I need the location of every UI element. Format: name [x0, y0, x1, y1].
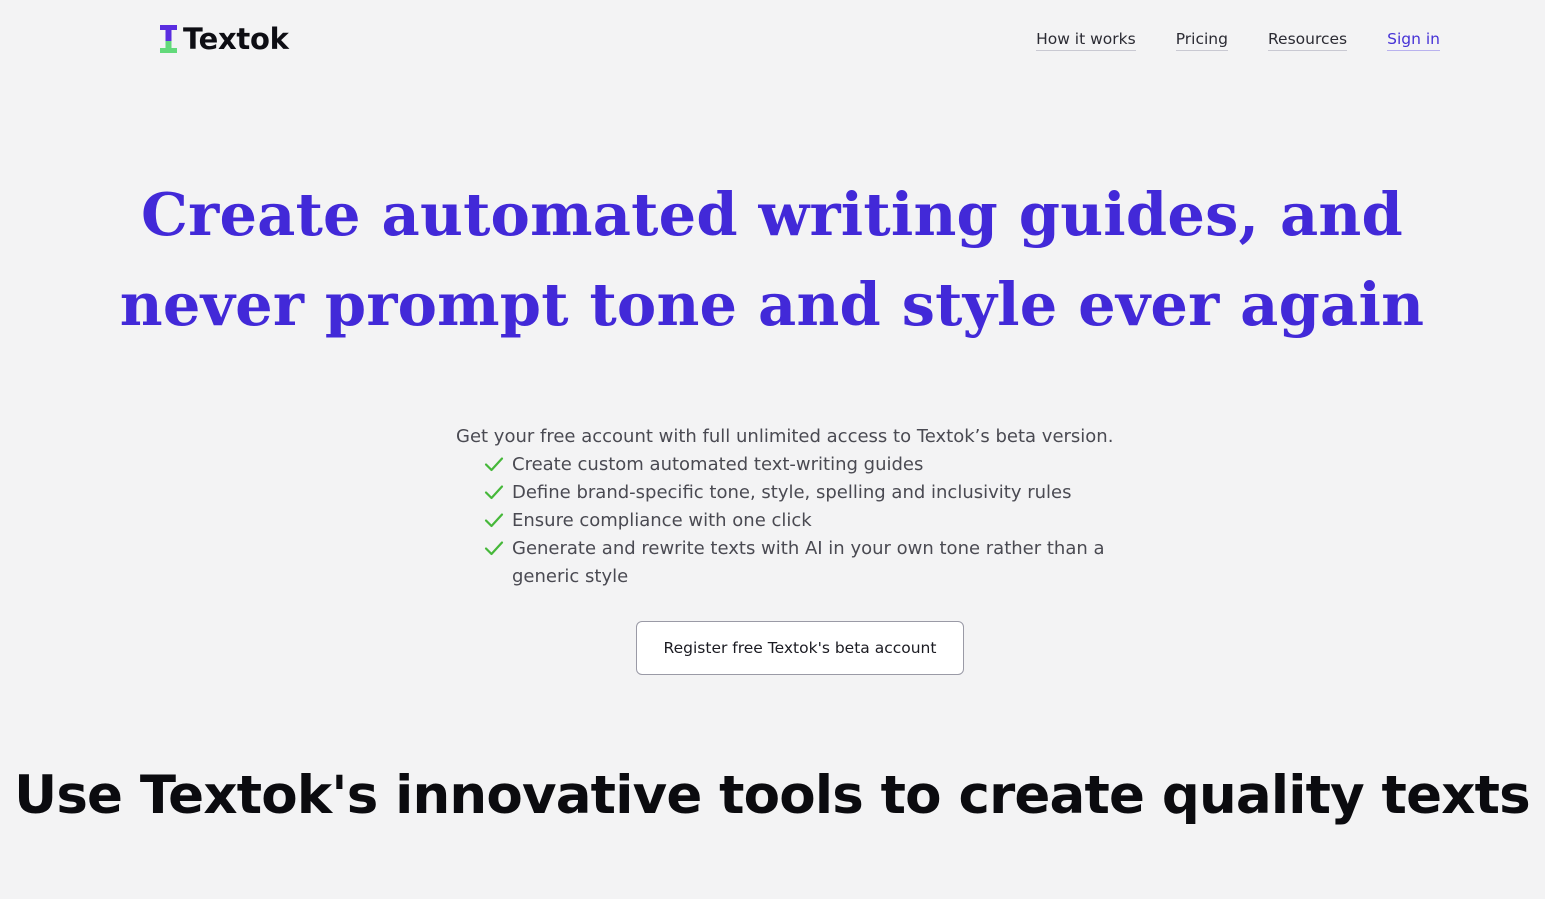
hero-intro: Get your free account with full unlimite…	[456, 426, 1114, 447]
check-icon	[484, 541, 504, 556]
hero-title: Create automated writing guides, and nev…	[0, 170, 1545, 350]
nav-pricing[interactable]: Pricing	[1175, 29, 1228, 51]
feature-text: Create custom automated text-writing gui…	[512, 454, 924, 475]
logo-text: Textok	[183, 21, 289, 56]
feature-item: Define brand-specific tone, style, spell…	[484, 479, 1164, 507]
feature-text: Ensure compliance with one click	[512, 510, 812, 531]
tools-section-title: Use Textok's innovative tools to create …	[14, 765, 1531, 826]
feature-text: Generate and rewrite texts with AI in yo…	[512, 538, 1105, 587]
hero-title-line-1: Create automated writing guides, and	[141, 180, 1403, 249]
feature-text: Define brand-specific tone, style, spell…	[512, 482, 1072, 503]
main-nav: How it works Pricing Resources Sign in	[1036, 29, 1440, 51]
feature-item: Create custom automated text-writing gui…	[484, 451, 1164, 479]
feature-item: Generate and rewrite texts with AI in yo…	[484, 535, 1164, 591]
feature-item: Ensure compliance with one click	[484, 507, 1164, 535]
nav-sign-in[interactable]: Sign in	[1387, 29, 1440, 51]
check-icon	[484, 457, 504, 472]
logo[interactable]: Textok	[160, 22, 289, 56]
hero-title-line-2: never prompt tone and style ever again	[119, 270, 1425, 339]
nav-how-it-works[interactable]: How it works	[1036, 29, 1136, 51]
site-header: Textok How it works Pricing Resources Si…	[0, 0, 1545, 80]
check-icon	[484, 513, 504, 528]
textok-logo-icon	[160, 25, 177, 53]
check-icon	[484, 485, 504, 500]
register-beta-button[interactable]: Register free Textok's beta account	[636, 621, 964, 675]
nav-resources[interactable]: Resources	[1267, 29, 1348, 51]
feature-list: Create custom automated text-writing gui…	[484, 451, 1164, 591]
